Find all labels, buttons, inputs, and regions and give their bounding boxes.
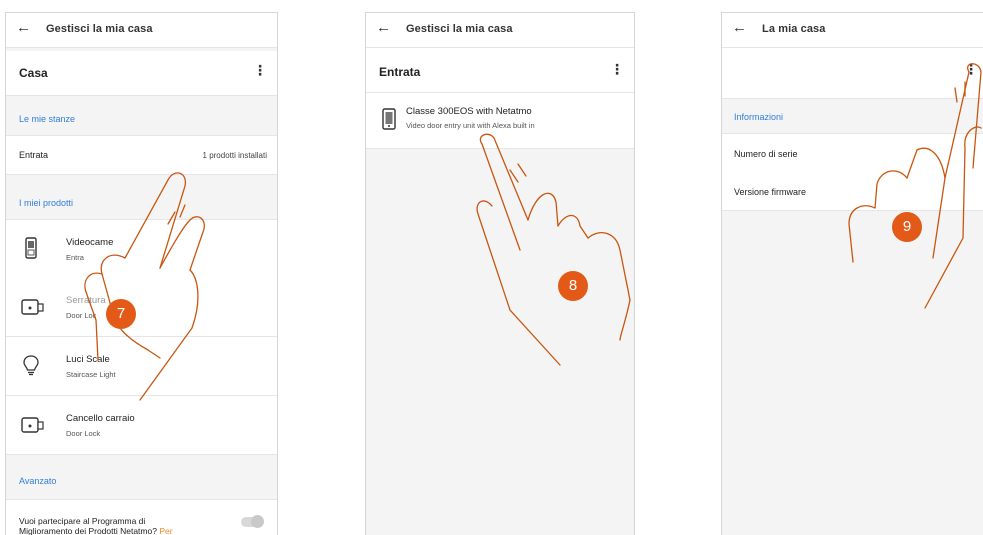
more-options-icon[interactable]: ⋮ bbox=[610, 62, 624, 76]
app-bar: ← La mia casa bbox=[722, 13, 983, 48]
more-options-icon[interactable]: ⋮ bbox=[253, 63, 267, 77]
home-header: Casa ⋮ bbox=[6, 51, 277, 96]
back-arrow-icon[interactable]: ← bbox=[732, 19, 747, 36]
product-type: Door Loc bbox=[66, 311, 97, 320]
serial-number-label: Numero di serie bbox=[734, 149, 798, 159]
step-badge-8: 8 bbox=[558, 271, 588, 301]
room-row-entrata[interactable]: Entrata 1 prodotti installati bbox=[6, 135, 277, 175]
product-type: Door Lock bbox=[66, 429, 101, 438]
improvement-program-toggle[interactable] bbox=[241, 515, 264, 528]
back-arrow-icon[interactable]: ← bbox=[16, 19, 31, 36]
product-name: Classe 300EOS with Netatmo bbox=[406, 106, 532, 117]
firmware-version-label: Versione firmware bbox=[734, 187, 807, 197]
improvement-program-text: Vuoi partecipare al Programma di Miglior… bbox=[19, 516, 173, 535]
step-badge-9: 9 bbox=[892, 212, 922, 242]
home-name: Casa bbox=[19, 66, 48, 80]
section-advanced-title: Avanzato bbox=[19, 476, 57, 486]
door-lock-icon bbox=[21, 417, 44, 433]
video-door-entry-icon bbox=[25, 237, 37, 259]
product-name: Videocame bbox=[66, 237, 114, 248]
section-info-title: Informazioni bbox=[734, 112, 784, 122]
room-name: Entrata bbox=[379, 65, 421, 79]
step-badge-7: 7 bbox=[106, 299, 136, 329]
improvement-program-row: Vuoi partecipare al Programma di Miglior… bbox=[6, 499, 277, 535]
product-row-video[interactable]: Videocame Entra bbox=[6, 219, 277, 279]
phone-screen-2: ← Gestisci la mia casa Entrata ⋮ Classe … bbox=[365, 12, 635, 535]
section-products-title: I miei prodotti bbox=[19, 198, 74, 208]
phone-screen-3: ← La mia casa ⋮ Informazioni Numero di s… bbox=[721, 12, 983, 535]
product-row-classe300eos[interactable]: Classe 300EOS with Netatmo Video door en… bbox=[366, 93, 634, 149]
product-description: Video door entry unit with Alexa built i… bbox=[406, 121, 535, 130]
room-header: Entrata ⋮ bbox=[366, 48, 634, 93]
program-text-line-1: Vuoi partecipare al Programma di bbox=[19, 516, 146, 526]
more-options-icon[interactable]: ⋮ bbox=[964, 62, 978, 76]
product-row-lock[interactable]: Serratura Door Loc bbox=[6, 278, 277, 337]
app-bar-title: Gestisci la mia casa bbox=[46, 23, 153, 35]
app-bar: ← Gestisci la mia casa bbox=[366, 13, 634, 48]
product-room: Entra bbox=[66, 253, 84, 262]
app-bar: ← Gestisci la mia casa bbox=[6, 13, 277, 48]
product-row-gate[interactable]: Cancello carraio Door Lock bbox=[6, 396, 277, 455]
light-bulb-icon bbox=[23, 355, 39, 376]
room-product-count: 1 prodotti installati bbox=[202, 151, 267, 160]
product-name: Cancello carraio bbox=[66, 413, 135, 424]
app-bar-title: La mia casa bbox=[762, 23, 826, 35]
phone-screen-1: ← Gestisci la mia casa Casa ⋮ Le mie sta… bbox=[5, 12, 278, 535]
product-name: Serratura bbox=[66, 295, 106, 306]
room-label: Entrata bbox=[19, 150, 49, 160]
product-name: Luci Scale bbox=[66, 354, 110, 365]
product-row-light[interactable]: Luci Scale Staircase Light bbox=[6, 337, 277, 396]
section-rooms-title: Le mie stanze bbox=[19, 114, 76, 124]
device-header: ⋮ bbox=[722, 48, 983, 99]
app-bar-title: Gestisci la mia casa bbox=[406, 23, 513, 35]
back-arrow-icon[interactable]: ← bbox=[376, 19, 391, 36]
product-type: Staircase Light bbox=[66, 370, 116, 379]
video-door-entry-icon bbox=[382, 108, 396, 130]
door-lock-icon bbox=[21, 299, 44, 315]
serial-number-row[interactable]: Numero di serie bbox=[722, 133, 983, 173]
firmware-version-row[interactable]: Versione firmware bbox=[722, 172, 983, 211]
